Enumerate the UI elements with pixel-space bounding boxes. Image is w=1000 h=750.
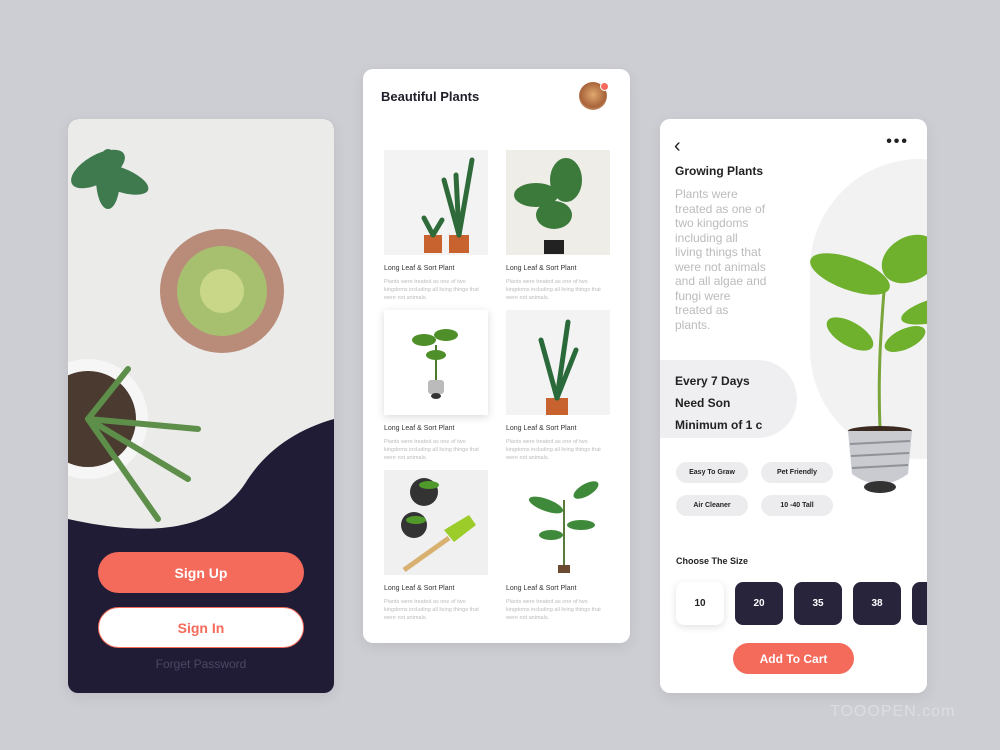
avatar[interactable] bbox=[579, 82, 609, 110]
size-option-38[interactable]: 38 bbox=[853, 582, 901, 625]
size-option-10[interactable]: 10 bbox=[676, 582, 724, 625]
plant-description: Plants were treated as one of two kingdo… bbox=[384, 279, 479, 301]
plant-card[interactable]: Long Leaf & Sort Plant Plants were treat… bbox=[506, 470, 610, 622]
plant-card[interactable]: Long Leaf & Sort Plant Plants were treat… bbox=[384, 470, 488, 622]
fact-water: Every 7 Days bbox=[675, 374, 750, 388]
size-label: Choose The Size bbox=[676, 556, 749, 566]
plant-image bbox=[506, 310, 610, 415]
sign-in-button[interactable]: Sign In bbox=[98, 607, 304, 648]
size-option-35[interactable]: 35 bbox=[794, 582, 842, 625]
detail-title: Growing Plants bbox=[675, 164, 764, 178]
forget-password-link[interactable]: Forget Password bbox=[68, 657, 334, 671]
page-title: Beautiful Plants bbox=[381, 89, 480, 104]
tag-easy-to-grow: Easy To Graw bbox=[676, 462, 748, 483]
care-facts-panel: Every 7 Days Need Son Minimum of 1 c bbox=[660, 360, 797, 438]
plant-name: Long Leaf & Sort Plant bbox=[506, 425, 577, 432]
tag-air-cleaner: Air Cleaner bbox=[676, 495, 748, 516]
plant-image bbox=[384, 310, 488, 415]
more-icon[interactable]: ••• bbox=[886, 133, 909, 151]
notification-badge bbox=[600, 82, 609, 91]
size-option-more[interactable] bbox=[912, 582, 927, 625]
back-icon[interactable]: ‹ bbox=[674, 135, 681, 158]
plant-detail-screen: ‹ ••• Growing Plants Plants were treated… bbox=[660, 119, 927, 693]
plant-image bbox=[506, 150, 610, 255]
size-option-20[interactable]: 20 bbox=[735, 582, 783, 625]
sign-up-button[interactable]: Sign Up bbox=[98, 552, 304, 593]
welcome-screen: Sign Up Sign In Forget Password bbox=[68, 119, 334, 693]
plant-name: Long Leaf & Sort Plant bbox=[506, 265, 577, 272]
detail-description: Plants were treated as one of two kingdo… bbox=[675, 187, 767, 332]
plant-image bbox=[506, 470, 610, 575]
plant-description: Plants were treated as one of two kingdo… bbox=[506, 599, 601, 621]
plant-description: Plants were treated as one of two kingdo… bbox=[384, 599, 479, 621]
plant-description: Plants were treated as one of two kingdo… bbox=[384, 439, 479, 461]
add-to-cart-button[interactable]: Add To Cart bbox=[733, 643, 854, 674]
watermark: TOOOPEN.com bbox=[830, 703, 956, 720]
plant-description: Plants were treated as one of two kingdo… bbox=[506, 279, 601, 301]
tag-height: 10 -40 Tall bbox=[761, 495, 833, 516]
tag-pet-friendly: Pet Friendly bbox=[761, 462, 833, 483]
fact-sun: Need Son bbox=[675, 396, 731, 410]
bulb-plant-image bbox=[810, 234, 927, 493]
succulent-hero-image bbox=[68, 119, 334, 529]
plant-list-screen: Beautiful Plants Long Leaf & Sort Plant … bbox=[363, 69, 630, 643]
plant-name: Long Leaf & Sort Plant bbox=[384, 265, 455, 272]
plant-card[interactable]: Long Leaf & Sort Plant Plants were treat… bbox=[384, 150, 488, 302]
plant-card[interactable]: Long Leaf & Sort Plant Plants were treat… bbox=[384, 310, 488, 462]
plant-image bbox=[384, 150, 488, 255]
plant-name: Long Leaf & Sort Plant bbox=[384, 425, 455, 432]
plant-description: Plants were treated as one of two kingdo… bbox=[506, 439, 601, 461]
plant-name: Long Leaf & Sort Plant bbox=[384, 585, 455, 592]
plant-card[interactable]: Long Leaf & Sort Plant Plants were treat… bbox=[506, 150, 610, 302]
plant-card[interactable]: Long Leaf & Sort Plant Plants were treat… bbox=[506, 310, 610, 462]
plant-name: Long Leaf & Sort Plant bbox=[506, 585, 577, 592]
plant-image bbox=[384, 470, 488, 575]
fact-size: Minimum of 1 c bbox=[675, 418, 763, 432]
